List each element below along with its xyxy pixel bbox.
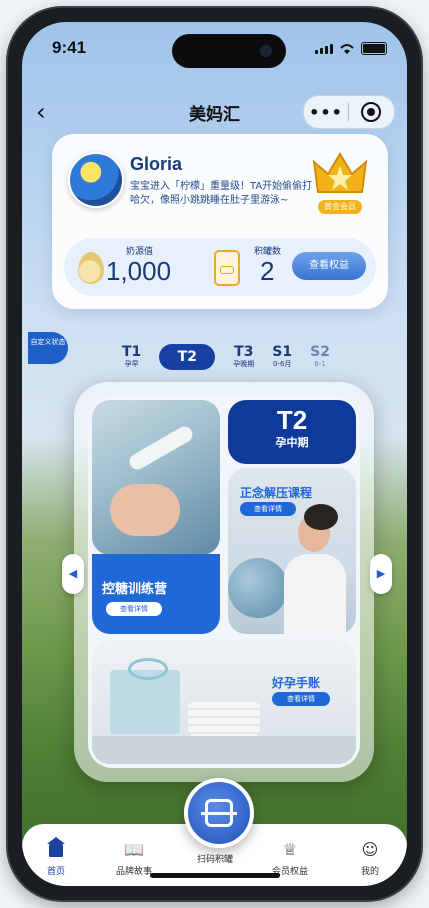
yoga-ball [228,558,288,618]
next-arrow-icon[interactable]: ▶ [370,554,392,594]
points-bar: 奶源值 1,000 积罐数 2 查看权益 [64,238,376,296]
stage-code: T1 [122,344,142,360]
woman-figure [284,554,346,634]
table-surface [92,736,356,764]
sugar-camp-button[interactable]: 查看详情 [106,602,162,616]
mindfulness-button[interactable]: 查看详情 [240,502,296,516]
handbook-button[interactable]: 查看详情 [272,692,330,706]
camera-icon [260,45,272,57]
woman-hair [304,504,338,530]
can-count-value: 2 [260,256,275,286]
profile-card: Gloria 宝宝进入「柠檬」重量级！TA开始偷偷打哈欠，像照小跳跳睡在肚子里游… [52,134,388,309]
avatar[interactable] [68,152,124,208]
home-indicator [150,873,280,878]
signal-icon [315,43,333,54]
sugar-camp-title: 控糖训练营 [102,582,168,597]
crown-icon [312,152,368,193]
milk-can-icon [214,250,240,286]
user-icon: ☺ [361,840,379,859]
stage-tab-t1[interactable]: T1 孕早 [122,345,141,369]
member-crown-icon[interactable]: 黄金会员 [310,148,370,214]
milk-drop-icon [78,252,104,284]
stage-code: T3 [234,344,254,360]
tab-home[interactable]: 首页 [26,837,86,877]
mindfulness-course-tile[interactable]: 正念解压课程 查看详情 [228,468,356,634]
stage-tab-t3[interactable]: T3 孕晚期 [233,345,254,369]
stage-tab-s2[interactable]: S2 6-1 [310,345,330,369]
status-icons [315,42,387,55]
stage-code: T2 [177,349,197,365]
tab-member-rights[interactable]: ♕ 会员权益 [260,840,320,877]
crown-icon: ♕ [282,840,298,859]
folded-clothes [188,702,260,736]
more-button[interactable]: ••• [304,103,348,122]
target-icon [361,102,381,122]
stage-label-card: T2 孕中期 [228,400,356,464]
member-level-badge: 黄金会员 [318,200,362,214]
phone-frame: 9:41 ‹ 美妈汇 ••• Gloria 宝宝进入「柠檬」重量级！TA开始偷偷… [8,8,421,900]
pregnancy-description: 宝宝进入「柠檬」重量级！TA开始偷偷打哈欠，像照小跳跳睡在肚子里游泳~ [130,181,313,206]
stage-content-card: 控糖训练营 查看详情 T2 孕中期 正念解压课程 查看详情 好孕手账 查看详情 [74,382,374,782]
stage-sub: 孕早 [124,360,139,368]
gift-bow [128,658,168,680]
scan-label: 扫码积罐 [196,855,233,865]
stage-tabs: T1 孕早 T2 T3 孕晚期 S1 0-6月 S2 6-1 [122,340,407,374]
stage-tab-t2[interactable]: T2 [159,344,216,370]
prev-arrow-icon[interactable]: ◀ [62,554,84,594]
nav-bar: ‹ 美妈汇 ••• [22,92,407,132]
tab-mine[interactable]: ☺ 我的 [340,840,400,877]
glucose-test-photo [92,400,220,555]
home-icon [47,837,65,857]
close-target-button[interactable] [349,102,393,122]
scan-line [201,812,237,815]
dynamic-island [172,34,286,68]
wifi-icon [340,43,354,54]
app-screen: 9:41 ‹ 美妈汇 ••• Gloria 宝宝进入「柠檬」重量级！TA开始偷偷… [22,22,407,886]
stage-tab-s1[interactable]: S1 0-6月 [272,345,292,369]
stage-code: S1 [272,344,293,360]
status-time: 9:41 [52,38,87,57]
custom-status-tag[interactable]: 自定义状态 [28,332,68,364]
stage-sub: 0-6月 [272,360,292,368]
tab-brand-story[interactable]: 📖 品牌故事 [104,840,164,877]
view-rights-button[interactable]: 查看权益 [292,252,366,280]
handbook-tile[interactable]: 好孕手账 查看详情 [92,640,356,764]
milk-points-value: 1,000 [106,256,172,286]
stage-sub: 孕晚期 [233,360,255,368]
book-icon: 📖 [124,840,144,859]
battery-icon [361,42,387,55]
stage-name: 孕中期 [275,436,309,449]
stage-sub: 6-1 [314,360,326,368]
stage-code: S2 [310,344,330,360]
stage-card-inner: 控糖训练营 查看详情 T2 孕中期 正念解压课程 查看详情 好孕手账 查看详情 [88,396,360,768]
tab-label: 我的 [360,867,379,877]
tab-label: 首页 [46,867,65,877]
stage-code-large: T2 [276,405,308,435]
handbook-title: 好孕手账 [272,676,321,690]
miniprogram-capsule: ••• [303,95,395,129]
scan-button[interactable] [184,778,254,848]
mindfulness-title: 正念解压课程 [240,486,313,500]
user-name: Gloria [130,154,183,174]
